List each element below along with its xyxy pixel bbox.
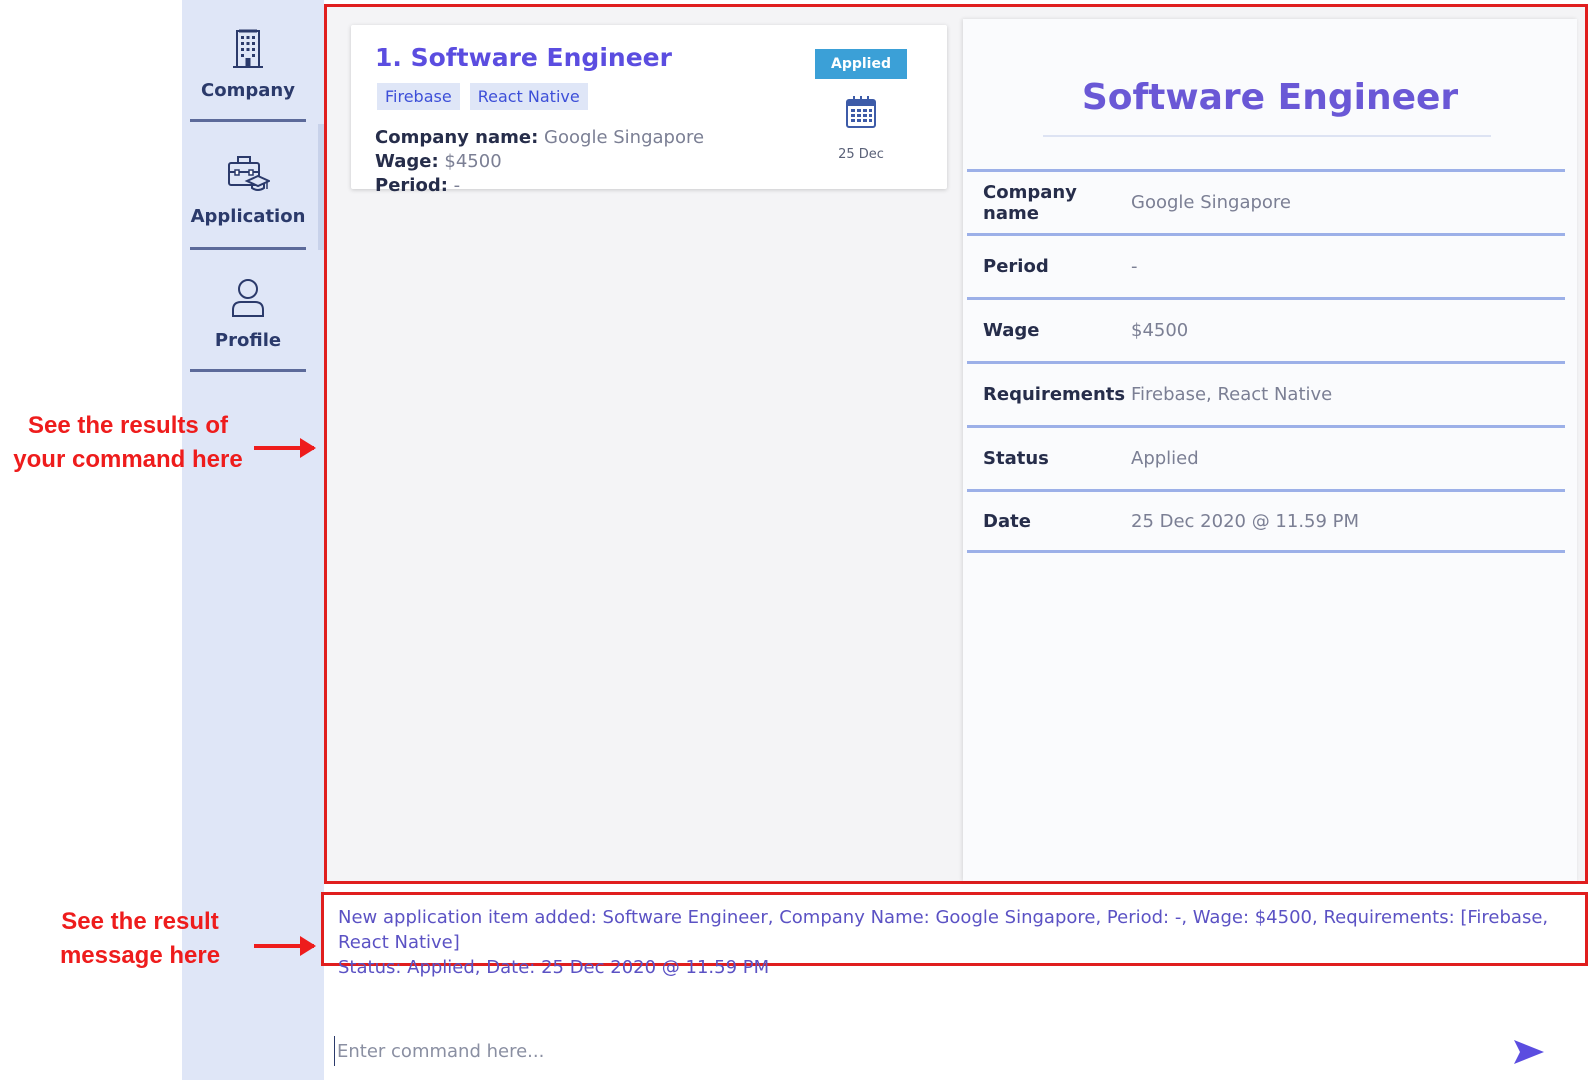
- command-input[interactable]: [334, 1036, 1434, 1066]
- card-period-key: Period:: [375, 175, 448, 196]
- detail-row-date: Date 25 Dec 2020 @ 11.59 PM: [967, 489, 1565, 553]
- building-icon: [226, 26, 270, 70]
- card-period: Period: -: [375, 175, 460, 196]
- detail-label: Status: [983, 448, 1049, 469]
- person-icon: [226, 276, 270, 320]
- detail-row-requirements: Requirements Firebase, React Native: [967, 361, 1565, 425]
- card-company: Company name: Google Singapore: [375, 127, 704, 148]
- app-window: Company Application Profile See the resu…: [0, 0, 1595, 1080]
- sidebar-item-label: Profile: [214, 330, 282, 351]
- detail-panel: Software Engineer Company name Google Si…: [963, 19, 1577, 881]
- detail-row-status: Status Applied: [967, 425, 1565, 489]
- send-icon: [1514, 1040, 1544, 1064]
- annotation-results: See the results of your command here: [13, 412, 243, 473]
- detail-value: $4500: [1131, 320, 1189, 341]
- detail-label: Wage: [983, 320, 1040, 341]
- tag: Firebase: [377, 83, 460, 110]
- detail-row-wage: Wage $4500: [967, 297, 1565, 361]
- card-wage-value: $4500: [444, 151, 502, 172]
- detail-value: Applied: [1131, 448, 1199, 469]
- detail-value: Firebase, React Native: [1131, 384, 1333, 405]
- card-title: 1. Software Engineer: [375, 43, 672, 72]
- card-wage: Wage: $4500: [375, 151, 502, 172]
- divider: [1043, 135, 1491, 137]
- annotation-arrow: [254, 438, 316, 458]
- status-badge: Applied: [815, 49, 907, 79]
- result-message-line: Status: Applied, Date: 25 Dec 2020 @ 11.…: [338, 957, 770, 978]
- results-panel: 1. Software Engineer Firebase React Nati…: [324, 4, 1588, 884]
- send-button[interactable]: [1512, 1038, 1552, 1068]
- card-date: 25 Dec: [838, 147, 884, 162]
- detail-row-period: Period -: [967, 233, 1565, 297]
- tag: React Native: [469, 83, 588, 110]
- detail-label: Date: [983, 510, 1031, 532]
- sidebar-item-company[interactable]: Company: [190, 4, 306, 122]
- sidebar-item-label: Application: [190, 206, 306, 227]
- tag-list: Firebase React Native: [377, 83, 588, 110]
- briefcase-graduation-icon: [226, 152, 270, 196]
- detail-value: 25 Dec 2020 @ 11.59 PM: [1131, 510, 1360, 532]
- calendar-icon: [845, 95, 877, 129]
- annotation-arrow: [254, 936, 316, 956]
- detail-row-company: Company name Google Singapore: [967, 169, 1565, 233]
- detail-title: Software Engineer: [1081, 77, 1459, 118]
- detail-table: Company name Google Singapore Period - W…: [967, 169, 1565, 553]
- card-company-key: Company name:: [375, 127, 539, 148]
- application-list: 1. Software Engineer Firebase React Nati…: [327, 7, 957, 881]
- card-company-value: Google Singapore: [544, 127, 705, 148]
- card-period-value: -: [453, 175, 461, 196]
- detail-value: Google Singapore: [1131, 192, 1292, 213]
- detail-label: Requirements: [983, 384, 1126, 405]
- detail-label: Company name: [983, 181, 1077, 224]
- sidebar-item-profile[interactable]: Profile: [190, 254, 306, 372]
- card-wage-key: Wage:: [375, 151, 439, 172]
- sidebar-item-application[interactable]: Application: [190, 130, 306, 250]
- detail-value: -: [1131, 256, 1138, 277]
- command-box: [324, 1030, 1524, 1070]
- detail-label: Period: [983, 256, 1049, 277]
- result-message-line: New application item added: Software Eng…: [338, 907, 1549, 953]
- annotation-message: See the result message here: [59, 908, 221, 969]
- sidebar-item-label: Company: [201, 80, 295, 101]
- result-message-box: New application item added: Software Eng…: [321, 892, 1588, 978]
- application-card[interactable]: 1. Software Engineer Firebase React Nati…: [351, 25, 947, 196]
